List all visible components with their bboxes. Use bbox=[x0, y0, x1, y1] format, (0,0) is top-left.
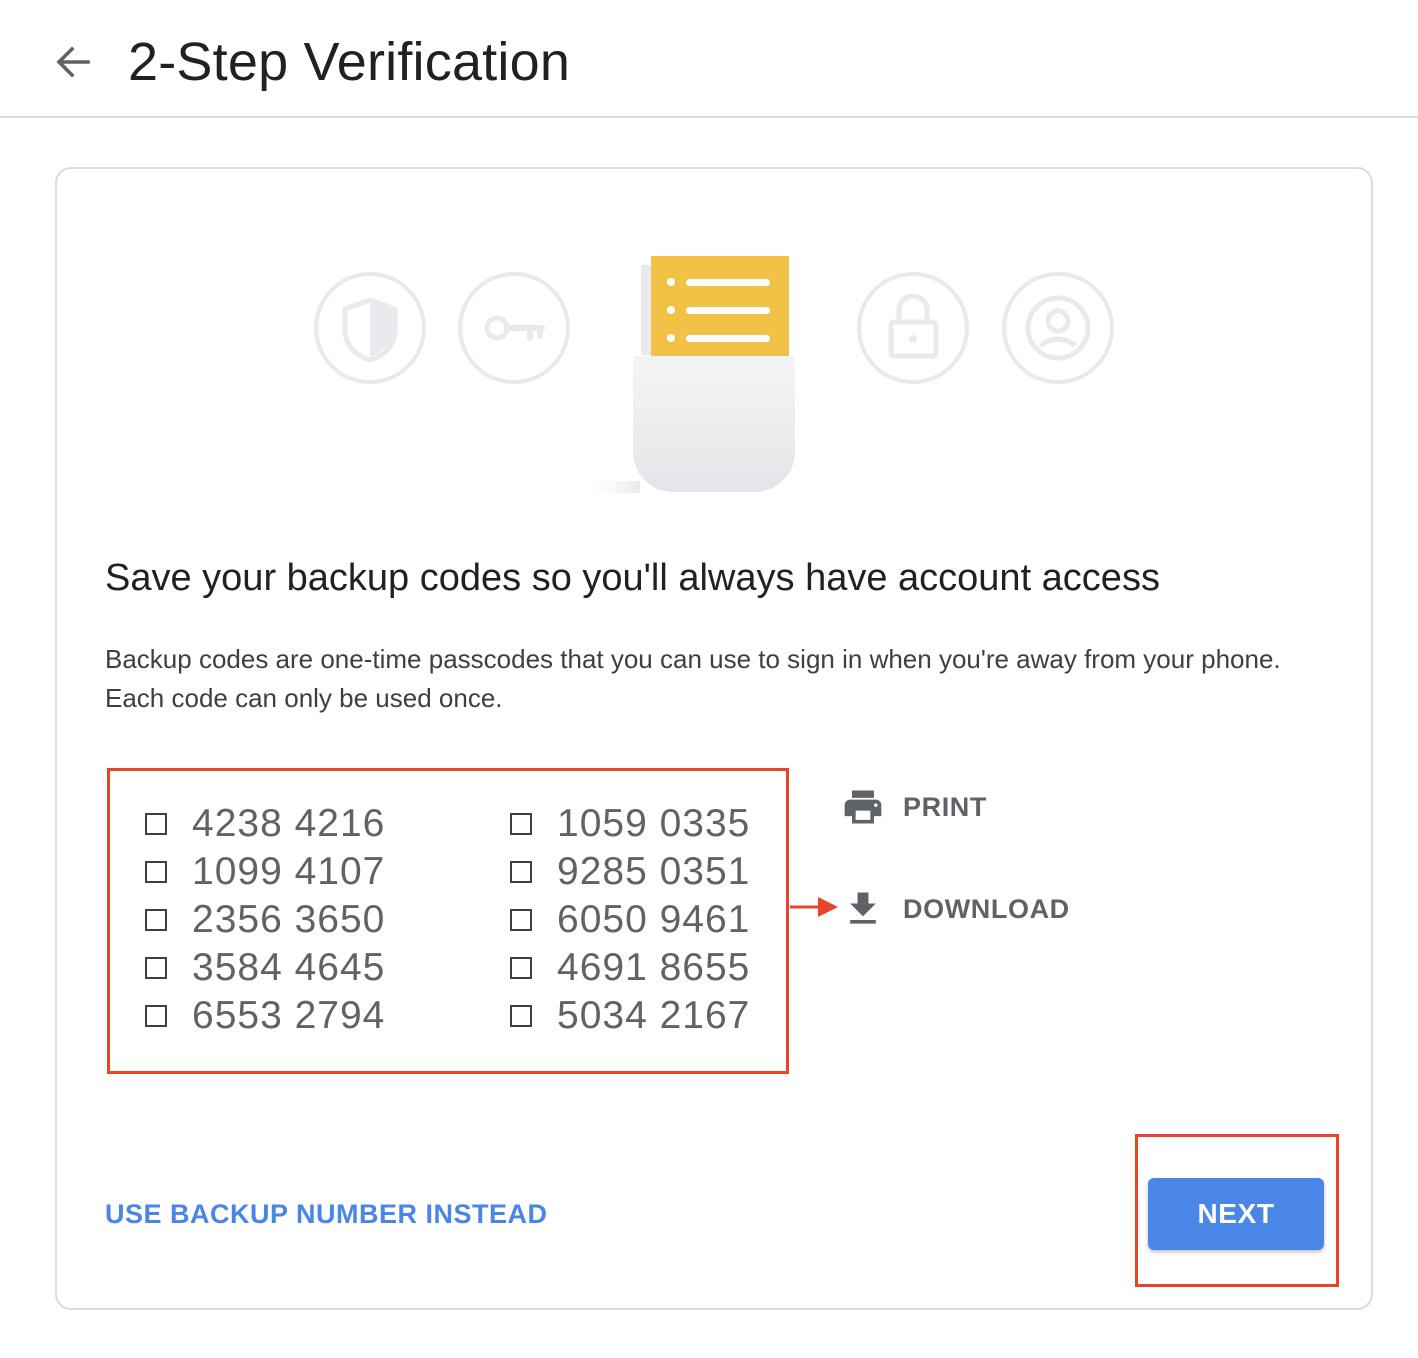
arrow-back-icon bbox=[56, 46, 90, 78]
code-row: 9285 0351 bbox=[510, 848, 750, 896]
backup-code: 1059 0335 bbox=[557, 802, 751, 845]
download-button[interactable]: DOWNLOAD bbox=[840, 884, 1070, 934]
backup-code: 6050 9461 bbox=[557, 898, 751, 941]
page-title: 2-Step Verification bbox=[128, 32, 571, 92]
print-label: PRINT bbox=[903, 791, 987, 822]
backup-code: 1099 4107 bbox=[192, 850, 386, 893]
card-heading: Save your backup codes so you'll always … bbox=[105, 557, 1160, 599]
code-checkbox[interactable] bbox=[145, 957, 167, 979]
backup-code: 4238 4216 bbox=[192, 802, 386, 845]
page-header: 2-Step Verification bbox=[0, 0, 1418, 118]
codes-column-right: 1059 0335 9285 0351 6050 9461 4691 8655 … bbox=[510, 800, 750, 1040]
backup-code: 6553 2794 bbox=[192, 994, 386, 1037]
next-button[interactable]: NEXT bbox=[1148, 1178, 1324, 1250]
backup-code: 9285 0351 bbox=[557, 850, 751, 893]
code-row: 4691 8655 bbox=[510, 944, 750, 992]
use-backup-number-link[interactable]: USE BACKUP NUMBER INSTEAD bbox=[105, 1194, 548, 1234]
code-checkbox[interactable] bbox=[145, 909, 167, 931]
code-checkbox[interactable] bbox=[510, 957, 532, 979]
code-row: 5034 2167 bbox=[510, 992, 750, 1040]
code-checkbox[interactable] bbox=[145, 861, 167, 883]
backup-code: 3584 4645 bbox=[192, 946, 386, 989]
print-button[interactable]: PRINT bbox=[840, 782, 987, 832]
code-checkbox[interactable] bbox=[510, 813, 532, 835]
download-icon bbox=[840, 886, 886, 932]
code-checkbox[interactable] bbox=[145, 813, 167, 835]
code-checkbox[interactable] bbox=[510, 1005, 532, 1027]
backup-code: 4691 8655 bbox=[557, 946, 751, 989]
code-row: 2356 3650 bbox=[145, 896, 385, 944]
download-label: DOWNLOAD bbox=[903, 893, 1070, 924]
back-button[interactable] bbox=[48, 38, 96, 86]
backup-code: 2356 3650 bbox=[192, 898, 386, 941]
code-checkbox[interactable] bbox=[510, 861, 532, 883]
code-row: 1059 0335 bbox=[510, 800, 750, 848]
code-checkbox[interactable] bbox=[510, 909, 532, 931]
print-icon bbox=[840, 784, 886, 830]
code-row: 6553 2794 bbox=[145, 992, 385, 1040]
codes-column-left: 4238 4216 1099 4107 2356 3650 3584 4645 … bbox=[145, 800, 385, 1040]
code-row: 4238 4216 bbox=[145, 800, 385, 848]
code-row: 6050 9461 bbox=[510, 896, 750, 944]
code-checkbox[interactable] bbox=[145, 1005, 167, 1027]
code-row: 1099 4107 bbox=[145, 848, 385, 896]
code-row: 3584 4645 bbox=[145, 944, 385, 992]
card-description: Backup codes are one-time passcodes that… bbox=[105, 644, 1281, 713]
backup-code: 5034 2167 bbox=[557, 994, 751, 1037]
